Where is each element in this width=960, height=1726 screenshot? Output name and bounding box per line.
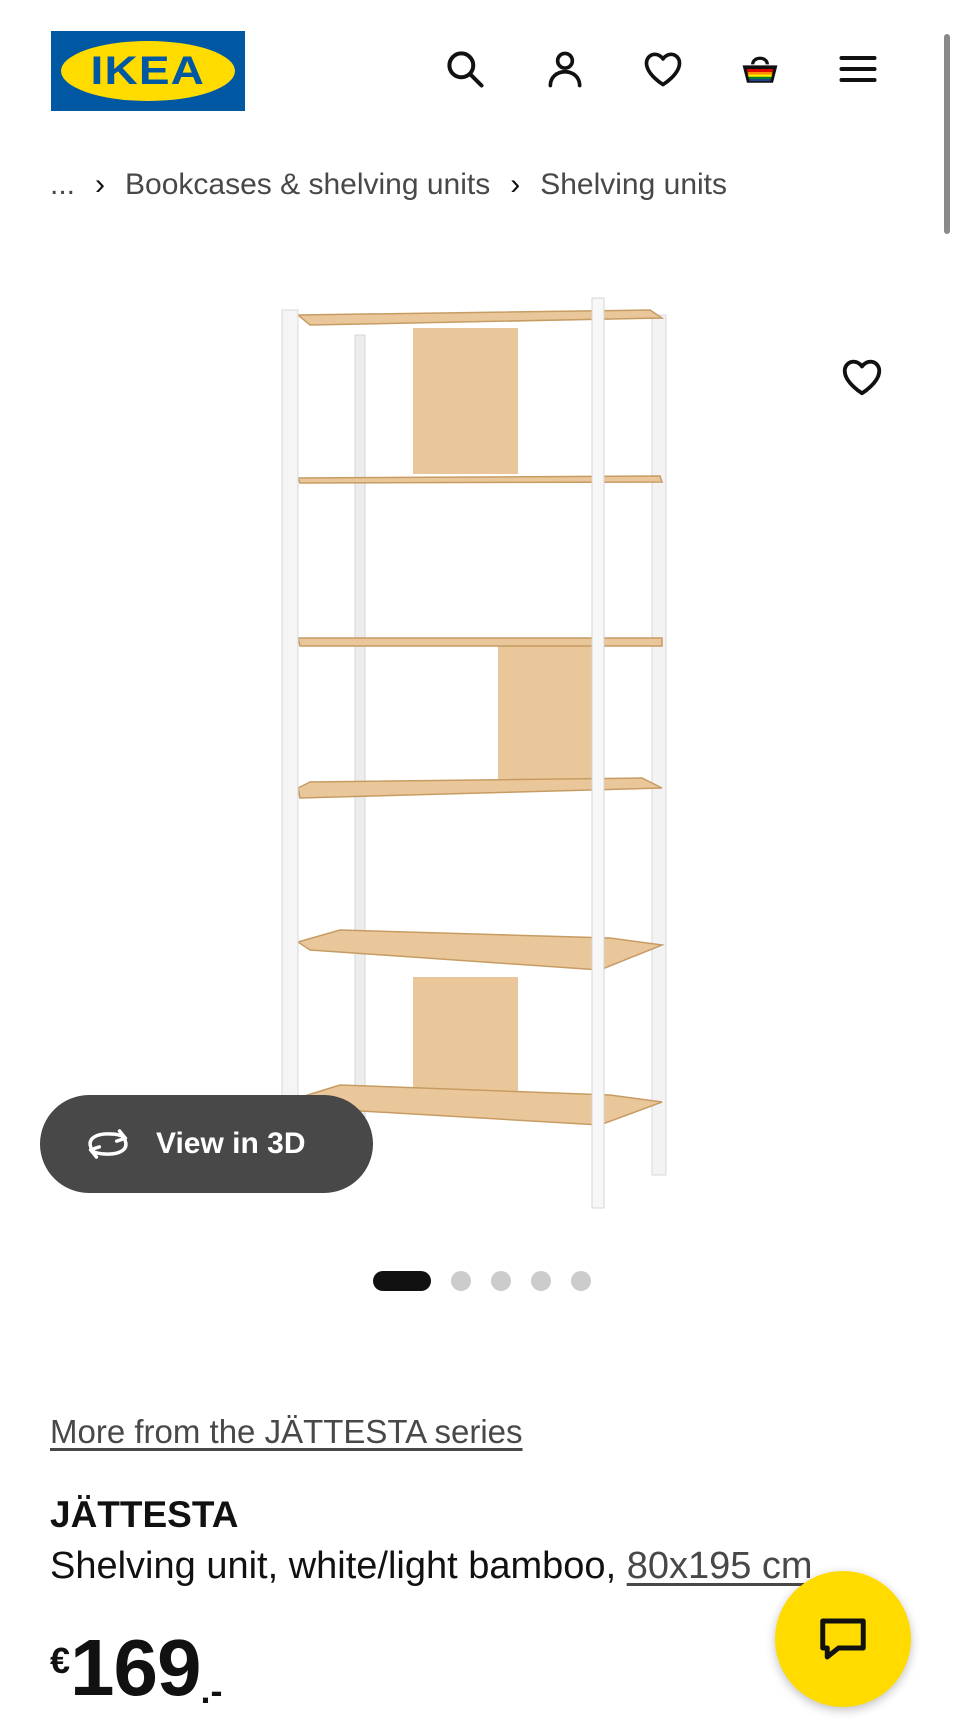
breadcrumb-item-shelving-units[interactable]: Shelving units xyxy=(540,168,727,202)
product-description-text: Shelving unit, white/light bamboo, xyxy=(50,1545,627,1587)
logo-text: IKEA xyxy=(90,48,206,93)
view-in-3d-button[interactable]: View in 3D xyxy=(40,1095,373,1193)
price-suffix: .- xyxy=(200,1670,223,1711)
view-in-3d-label: View in 3D xyxy=(156,1127,306,1160)
product-price: € 169 .- xyxy=(50,1628,223,1712)
price-amount: 169 xyxy=(70,1623,201,1712)
menu-icon[interactable] xyxy=(833,44,883,94)
pagination-dot[interactable] xyxy=(491,1271,511,1291)
header: IKEA xyxy=(0,0,960,140)
heart-icon[interactable] xyxy=(638,44,688,94)
basket-icon[interactable] xyxy=(735,44,785,94)
pagination-dot[interactable] xyxy=(451,1271,471,1291)
image-pagination xyxy=(0,1270,960,1292)
favorite-button[interactable] xyxy=(810,325,914,429)
heart-icon xyxy=(842,359,882,396)
scrollbar[interactable] xyxy=(944,34,950,234)
chat-icon xyxy=(820,1618,866,1660)
logo-oval: IKEA xyxy=(61,41,235,101)
breadcrumb: ... › Bookcases & shelving units › Shelv… xyxy=(50,168,727,202)
rotate-3d-icon xyxy=(88,1129,128,1159)
ikea-logo[interactable]: IKEA xyxy=(51,31,245,111)
product-size-link[interactable]: 80x195 cm xyxy=(627,1545,813,1587)
pagination-dot[interactable] xyxy=(571,1271,591,1291)
pagination-dot[interactable] xyxy=(373,1271,431,1291)
series-link[interactable]: More from the JÄTTESTA series xyxy=(50,1413,523,1451)
chevron-right-icon: › xyxy=(95,168,106,201)
product-name: JÄTTESTA xyxy=(50,1494,239,1535)
product-image[interactable] xyxy=(280,290,680,1220)
user-icon[interactable] xyxy=(540,44,590,94)
breadcrumb-item-bookcases[interactable]: Bookcases & shelving units xyxy=(125,168,490,202)
product-gallery[interactable]: View in 3D xyxy=(0,260,960,1240)
chevron-right-icon: › xyxy=(510,168,521,201)
pagination-dot[interactable] xyxy=(531,1271,551,1291)
chat-button[interactable] xyxy=(775,1571,911,1707)
search-icon[interactable] xyxy=(440,44,490,94)
breadcrumb-ellipsis[interactable]: ... xyxy=(50,168,75,202)
product-description: Shelving unit, white/light bamboo, 80x19… xyxy=(50,1545,813,1588)
price-currency: € xyxy=(50,1640,71,1681)
